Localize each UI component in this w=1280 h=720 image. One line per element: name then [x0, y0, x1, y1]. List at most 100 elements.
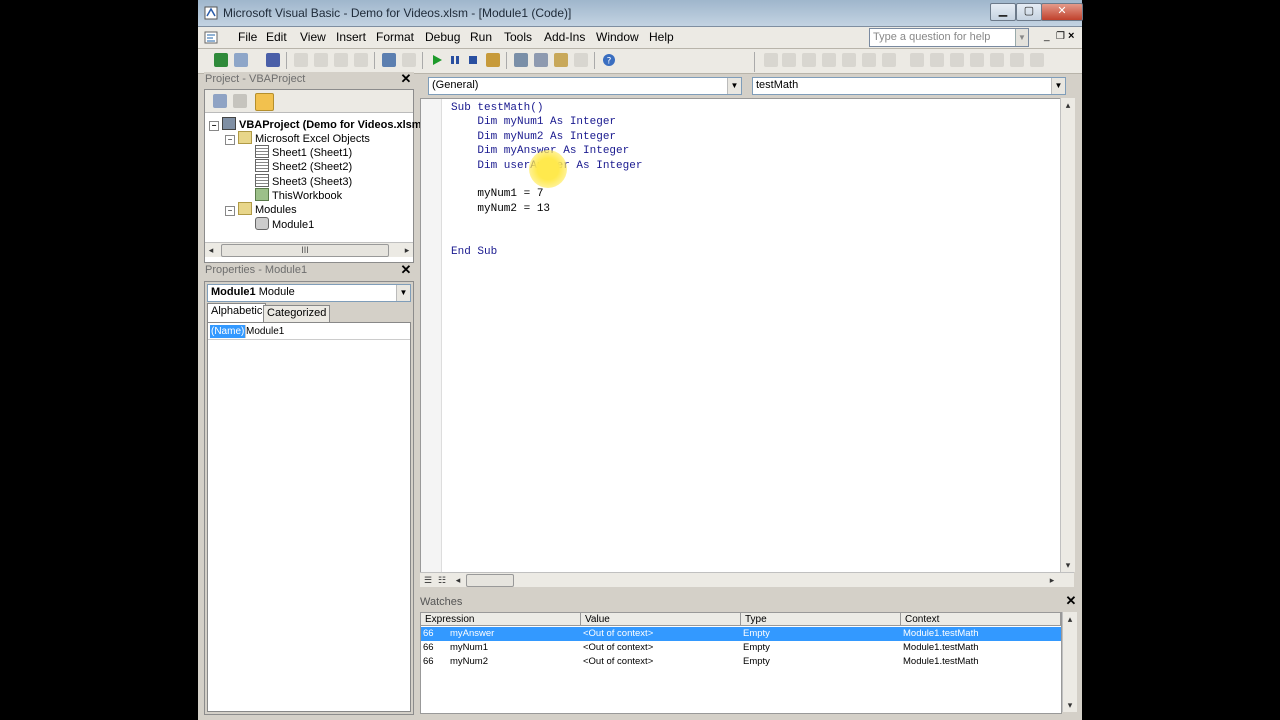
- tree-item-module1[interactable]: Module1: [255, 217, 314, 231]
- cut-icon[interactable]: [294, 53, 308, 67]
- bookmark-icon[interactable]: [970, 53, 984, 67]
- list-constants-icon[interactable]: [822, 53, 836, 67]
- run-icon[interactable]: [430, 53, 444, 67]
- menu-tools[interactable]: Tools: [504, 30, 532, 44]
- tree-item-sheet2[interactable]: Sheet2 (Sheet2): [255, 159, 352, 173]
- copy-icon[interactable]: [314, 53, 328, 67]
- view-object-icon[interactable]: [233, 94, 247, 108]
- code-editor[interactable]: Sub testMath() Dim myNum1 As Integer Dim…: [420, 98, 1062, 574]
- scroll-down-icon[interactable]: ▾: [1063, 698, 1077, 712]
- code-vscrollbar[interactable]: ▴ ▾: [1060, 98, 1075, 572]
- list-properties-icon[interactable]: [802, 53, 816, 67]
- design-mode-icon[interactable]: [486, 53, 500, 67]
- chevron-down-icon[interactable]: ▼: [396, 285, 410, 301]
- menu-view[interactable]: View: [300, 30, 326, 44]
- mdi-close-button[interactable]: ×: [1068, 30, 1074, 42]
- help-icon[interactable]: ?: [602, 53, 616, 67]
- column-header-value[interactable]: Value: [581, 613, 741, 626]
- procedure-combo[interactable]: testMath ▼: [752, 77, 1066, 95]
- outdent-icon[interactable]: [782, 53, 796, 67]
- code-hscroll-thumb[interactable]: [466, 574, 514, 587]
- mdi-restore-button[interactable]: ❐: [1056, 31, 1065, 42]
- project-hscrollbar[interactable]: ◂ III ▸: [205, 242, 413, 257]
- close-project-panel-icon[interactable]: ✕: [399, 72, 413, 86]
- object-browser-icon[interactable]: [554, 53, 568, 67]
- tab-alphabetic[interactable]: Alphabetic: [207, 303, 267, 322]
- insert-module-icon[interactable]: [234, 53, 248, 67]
- object-combo[interactable]: (General) ▼: [428, 77, 742, 95]
- watch-row[interactable]: 66 myNum1 <Out of context> Empty Module1…: [421, 641, 1061, 655]
- code-margin[interactable]: [421, 99, 442, 573]
- clear-bookmarks-icon[interactable]: [1030, 53, 1044, 67]
- view-excel-icon[interactable]: [214, 53, 228, 67]
- comment-block-icon[interactable]: [930, 53, 944, 67]
- project-explorer-icon[interactable]: [514, 53, 528, 67]
- scroll-left-icon[interactable]: ◂: [205, 243, 217, 257]
- tree-item-sheet1[interactable]: Sheet1 (Sheet1): [255, 145, 352, 159]
- parameter-info-icon[interactable]: [862, 53, 876, 67]
- scroll-up-icon[interactable]: ▴: [1063, 612, 1077, 626]
- view-code-icon[interactable]: [213, 94, 227, 108]
- reset-icon[interactable]: [466, 53, 480, 67]
- toggle-breakpoint-icon[interactable]: [910, 53, 924, 67]
- menu-edit[interactable]: Edit: [266, 30, 287, 44]
- column-header-context[interactable]: Context: [901, 613, 1061, 626]
- minimize-button[interactable]: ▁: [990, 3, 1016, 21]
- menu-format[interactable]: Format: [376, 30, 414, 44]
- project-hscroll-thumb[interactable]: III: [221, 244, 389, 257]
- properties-object-combo[interactable]: Module1 Module ▼: [207, 284, 411, 302]
- menu-run[interactable]: Run: [470, 30, 492, 44]
- paste-icon[interactable]: [334, 53, 348, 67]
- toggle-folders-icon[interactable]: [255, 93, 274, 111]
- property-name-cell[interactable]: (Name): [210, 325, 245, 338]
- menu-file[interactable]: File: [238, 30, 257, 44]
- scroll-down-icon[interactable]: ▾: [1061, 558, 1075, 572]
- properties-window-icon[interactable]: [534, 53, 548, 67]
- menu-debug[interactable]: Debug: [425, 30, 460, 44]
- uncomment-block-icon[interactable]: [950, 53, 964, 67]
- help-search-box[interactable]: Type a question for help ▼: [869, 28, 1029, 47]
- break-icon[interactable]: [448, 53, 462, 67]
- menu-window[interactable]: Window: [596, 30, 639, 44]
- menu-insert[interactable]: Insert: [336, 30, 366, 44]
- tree-item-excel-objects[interactable]: − Microsoft Excel Objects: [225, 131, 370, 145]
- close-window-button[interactable]: ✕: [1041, 3, 1083, 21]
- tree-item-modules[interactable]: − Modules: [225, 202, 297, 216]
- mdi-minimize-button[interactable]: _: [1044, 31, 1050, 42]
- tree-item-vbaproject[interactable]: − VBAProject (Demo for Videos.xlsm: [209, 117, 422, 131]
- tree-item-sheet3[interactable]: Sheet3 (Sheet3): [255, 174, 352, 188]
- next-bookmark-icon[interactable]: [990, 53, 1004, 67]
- maximize-button[interactable]: ▢: [1016, 3, 1042, 21]
- property-value-cell[interactable]: Module1: [245, 325, 408, 338]
- undo-icon[interactable]: [382, 53, 396, 67]
- procedure-view-icon[interactable]: ☰: [422, 573, 434, 587]
- scroll-right-icon[interactable]: ▸: [401, 243, 413, 257]
- chevron-down-icon[interactable]: ▼: [1051, 78, 1065, 94]
- tree-item-thisworkbook[interactable]: ThisWorkbook: [255, 188, 342, 202]
- find-icon[interactable]: [354, 53, 368, 67]
- help-search-dropdown-icon[interactable]: ▼: [1015, 29, 1028, 46]
- save-icon[interactable]: [266, 53, 280, 67]
- scroll-left-icon[interactable]: ◂: [452, 573, 464, 587]
- scroll-right-icon[interactable]: ▸: [1046, 573, 1058, 587]
- watches-vscrollbar[interactable]: ▴ ▾: [1062, 612, 1077, 712]
- watch-row[interactable]: 66 myNum2 <Out of context> Empty Module1…: [421, 655, 1061, 669]
- redo-icon[interactable]: [402, 53, 416, 67]
- chevron-down-icon[interactable]: ▼: [727, 78, 741, 94]
- quick-info-icon[interactable]: [842, 53, 856, 67]
- menu-help[interactable]: Help: [649, 30, 674, 44]
- close-watches-icon[interactable]: ✕: [1064, 594, 1078, 608]
- code-hscrollbar[interactable]: ☰ ☷ ◂ ▸: [420, 572, 1074, 587]
- indent-icon[interactable]: [764, 53, 778, 67]
- watch-row[interactable]: 66 myAnswer <Out of context> Empty Modul…: [421, 627, 1061, 641]
- previous-bookmark-icon[interactable]: [1010, 53, 1024, 67]
- scroll-up-icon[interactable]: ▴: [1061, 98, 1075, 112]
- complete-word-icon[interactable]: [882, 53, 896, 67]
- full-module-view-icon[interactable]: ☷: [436, 573, 448, 587]
- toolbox-icon[interactable]: [574, 53, 588, 67]
- project-panel-title-bar: Project - VBAProject ✕: [204, 72, 414, 88]
- close-properties-panel-icon[interactable]: ✕: [399, 263, 413, 277]
- column-header-type[interactable]: Type: [741, 613, 901, 626]
- menu-add-ins[interactable]: Add-Ins: [544, 30, 585, 44]
- column-header-expression[interactable]: Expression: [421, 613, 581, 626]
